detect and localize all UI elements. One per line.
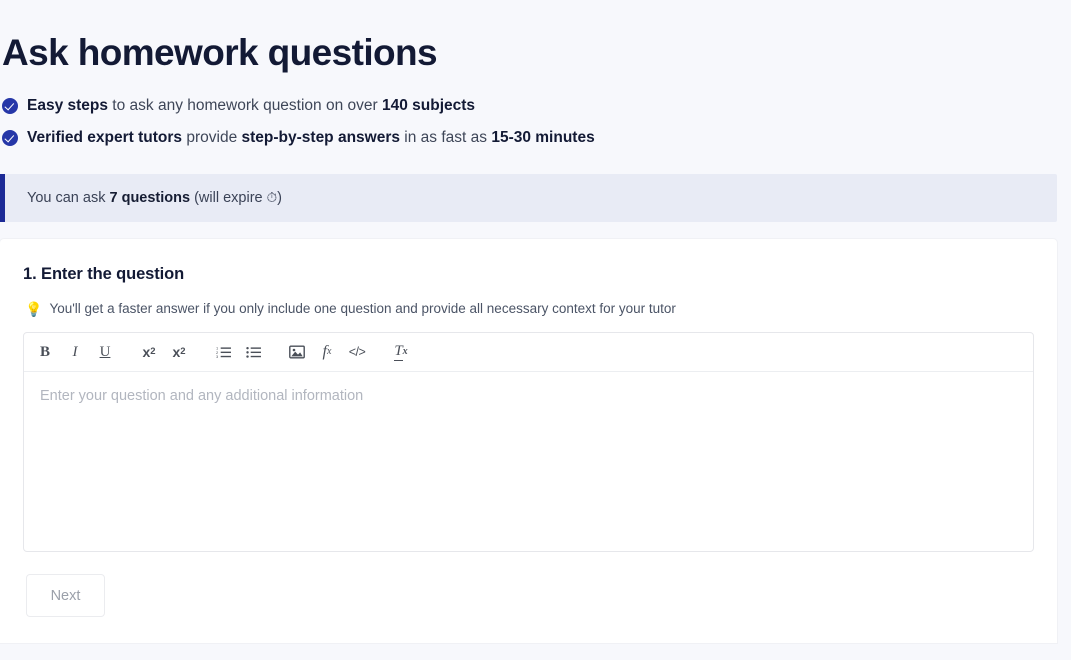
check-circle-icon [2,98,18,114]
subscript-icon[interactable]: x2 [136,339,162,365]
underline-icon[interactable]: U [92,339,118,365]
step-title: 1. Enter the question [23,263,1034,285]
editor-toolbar: B I U x2 x2 1 2 3 [24,333,1033,372]
question-form-card: 1. Enter the question 💡 You'll get a fas… [0,239,1057,643]
page-title: Ask homework questions [0,0,1071,76]
code-icon[interactable]: </> [344,339,370,365]
hint-row: 💡 You'll get a faster answer if you only… [25,299,1034,318]
ordered-list-icon[interactable]: 1 2 3 [210,339,236,365]
banner-suffix: (will expire [190,190,267,206]
clear-format-icon[interactable]: Tx [388,339,414,365]
bold-icon[interactable]: B [32,339,58,365]
image-icon[interactable] [284,339,310,365]
hint-text: You'll get a faster answer if you only i… [49,299,675,318]
lightbulb-icon: 💡 [25,302,42,316]
benefits-list: Easy steps to ask any homework question … [0,90,1071,154]
benefit-text: Easy steps to ask any homework question … [27,95,475,117]
quota-banner: You can ask 7 questions (will expire ⏱) [0,174,1057,222]
benefit-item: Verified expert tutors provide step-by-s… [0,122,1071,154]
page-header: Ask homework questions Easy steps to ask… [0,0,1071,154]
superscript-icon[interactable]: x2 [166,339,192,365]
svg-text:3: 3 [216,354,218,359]
question-input[interactable]: Enter your question and any additional i… [24,372,1033,551]
check-circle-icon [2,130,18,146]
formula-icon[interactable]: fx [314,339,340,365]
next-button[interactable]: Next [26,574,105,617]
benefit-item: Easy steps to ask any homework question … [0,90,1071,122]
bullet-list-icon[interactable] [240,339,266,365]
banner-prefix: You can ask [27,190,110,206]
italic-icon[interactable]: I [62,339,88,365]
banner-question-count: 7 questions [110,190,191,206]
stopwatch-icon: ⏱ [267,190,278,205]
benefit-text: Verified expert tutors provide step-by-s… [27,127,595,149]
rich-text-editor[interactable]: B I U x2 x2 1 2 3 [23,332,1034,552]
banner-suffix-end: ) [277,190,282,206]
